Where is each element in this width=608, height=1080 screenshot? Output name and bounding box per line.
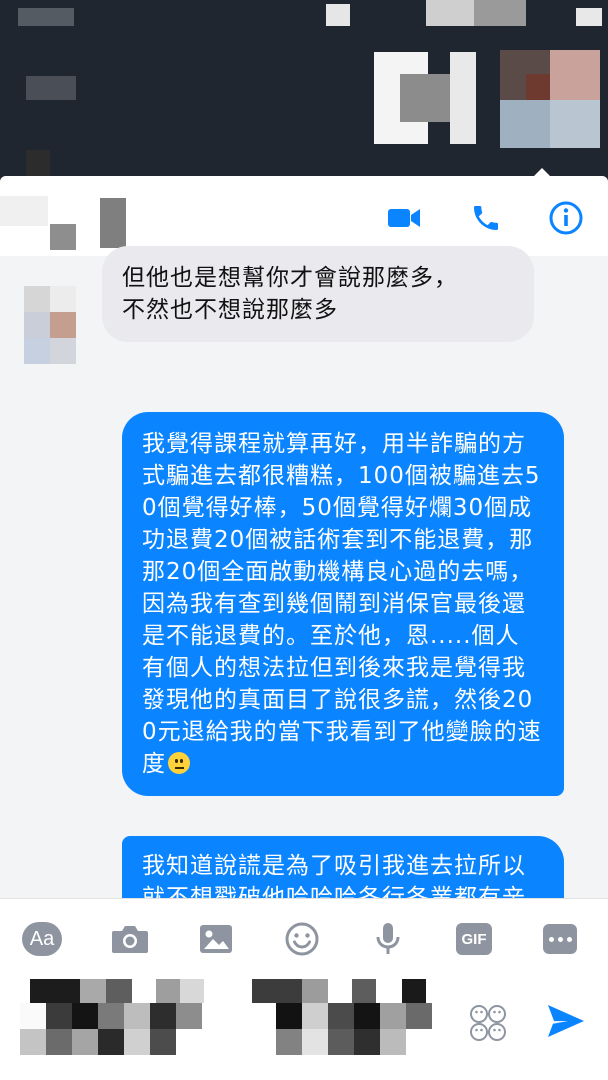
sender-avatar-redacted[interactable] (24, 286, 76, 366)
pixelated-block (24, 312, 50, 338)
more-dots (543, 924, 577, 954)
sticker-emoji-icon[interactable] (468, 1003, 510, 1047)
gallery-icon[interactable] (194, 917, 238, 961)
video-call-icon[interactable] (384, 198, 424, 238)
microphone-icon[interactable] (366, 917, 410, 961)
pixelated-block (124, 1029, 150, 1055)
pixelated-status-bar-block (18, 8, 74, 26)
pixelated-status-bar-block (326, 4, 350, 26)
pixelated-block (406, 1003, 432, 1029)
pixelated-block (354, 1029, 380, 1055)
send-icon[interactable] (546, 1003, 590, 1047)
pixelated-block (450, 52, 476, 144)
pixelated-block (46, 1003, 72, 1029)
phone-call-icon[interactable] (466, 198, 506, 238)
dimmed-background (0, 0, 608, 185)
pixelated-block (46, 1029, 72, 1055)
pixelated-block (50, 286, 76, 312)
pixelated-block (30, 979, 80, 1003)
pixelated-block (402, 979, 426, 1003)
gif-label: GIF (456, 923, 492, 955)
aa-label: Aa (22, 922, 62, 956)
pixelated-block (354, 1003, 380, 1029)
pixelated-block (252, 979, 302, 1003)
incoming-message-bubble[interactable]: 但他也是想幫你才會說那麼多， 不然也不想說那麼多 (102, 246, 534, 342)
pixelated-block (80, 979, 106, 1003)
neutral-face-emoji (168, 752, 190, 774)
pixelated-block (176, 1003, 202, 1029)
pixelated-block (380, 1003, 406, 1029)
pixelated-block (50, 338, 76, 364)
outgoing-message-bubble[interactable]: 我覺得課程就算再好，用半詐騙的方式騙進去都很糟糕，100個被騙進去50個覺得好棒… (122, 412, 564, 796)
pixelated-block (380, 1029, 406, 1055)
pixelated-block (352, 979, 376, 1003)
pixelated-block (24, 286, 50, 312)
pixelated-block (302, 1029, 328, 1055)
pixelated-block (302, 979, 328, 1003)
pixelated-block (50, 312, 76, 338)
pixelated-block (150, 1029, 176, 1055)
chat-sheet: 但他也是想幫你才會說那麼多， 不然也不想說那麼多 我覺得課程就算再好，用半詐騙的… (0, 176, 608, 1080)
more-icon[interactable] (538, 917, 582, 961)
emoji-icon[interactable] (280, 917, 324, 961)
pixelated-status-bar-block (426, 0, 474, 26)
pixelated-block (98, 1029, 124, 1055)
pixelated-block (72, 1029, 98, 1055)
pixelated-status-bar-block (576, 8, 602, 26)
camera-icon[interactable] (108, 917, 152, 961)
pixelated-block (0, 196, 48, 226)
message-input-redacted[interactable] (20, 979, 440, 1071)
pixelated-block (150, 1003, 176, 1029)
pixelated-block (98, 1003, 124, 1029)
pixelated-block (72, 1003, 98, 1029)
message-composer: Aa GIF (0, 898, 608, 1080)
pixelated-block (124, 1003, 150, 1029)
pixelated-block (328, 1029, 354, 1055)
pixelated-block (328, 1003, 354, 1029)
chat-header (0, 176, 608, 256)
pixelated-block (20, 1029, 46, 1055)
pixelated-block (26, 76, 76, 100)
pixelated-block (276, 1029, 302, 1055)
pixelated-block (24, 338, 50, 364)
pixelated-block (400, 74, 450, 122)
text-format-button[interactable]: Aa (20, 917, 64, 961)
pixelated-block (20, 1003, 46, 1029)
message-text: 我覺得課程就算再好，用半詐騙的方式騙進去都很糟糕，100個被騙進去50個覺得好棒… (142, 431, 542, 777)
pixelated-block (180, 979, 204, 1003)
gif-button[interactable]: GIF (452, 917, 496, 961)
pixelated-block (276, 1003, 302, 1029)
pixelated-block (500, 100, 550, 148)
pixelated-block (100, 198, 126, 248)
pixelated-block (550, 50, 600, 100)
info-icon[interactable] (546, 198, 586, 238)
pixelated-block (550, 100, 600, 148)
pixelated-block (106, 979, 132, 1003)
pixelated-status-bar-block (474, 0, 526, 26)
pixelated-block (156, 979, 180, 1003)
pixelated-block (302, 1003, 328, 1029)
message-list: 但他也是想幫你才會說那麼多， 不然也不想說那麼多 我覺得課程就算再好，用半詐騙的… (0, 246, 608, 960)
pixelated-block (26, 150, 50, 176)
